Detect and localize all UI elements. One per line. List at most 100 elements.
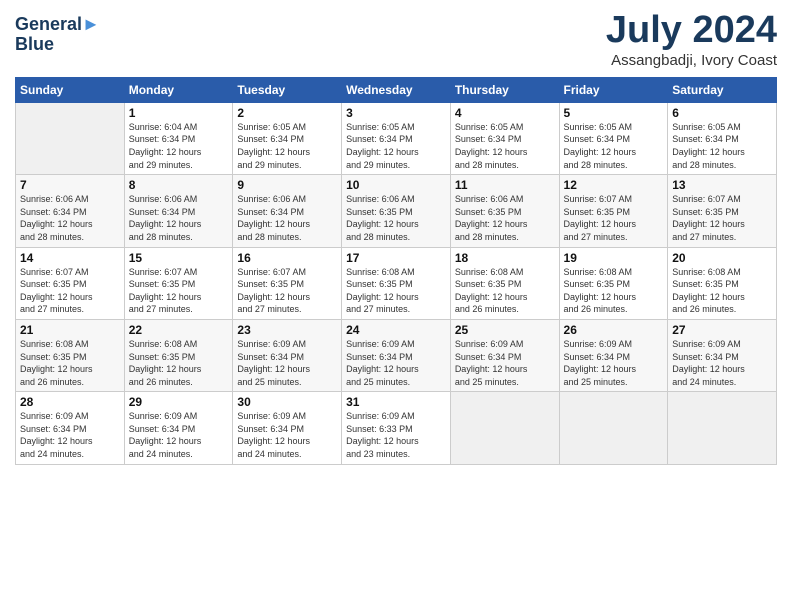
day-info: Sunrise: 6:05 AM Sunset: 6:34 PM Dayligh…: [455, 121, 555, 171]
title-area: July 2024 Assangbadji, Ivory Coast: [606, 10, 777, 69]
day-number: 17: [346, 251, 446, 265]
day-number: 28: [20, 395, 120, 409]
col-monday: Monday: [124, 77, 233, 102]
day-info: Sunrise: 6:09 AM Sunset: 6:33 PM Dayligh…: [346, 410, 446, 460]
table-row: 20Sunrise: 6:08 AM Sunset: 6:35 PM Dayli…: [668, 247, 777, 319]
table-row: 17Sunrise: 6:08 AM Sunset: 6:35 PM Dayli…: [342, 247, 451, 319]
table-row: 13Sunrise: 6:07 AM Sunset: 6:35 PM Dayli…: [668, 175, 777, 247]
table-row: 1Sunrise: 6:04 AM Sunset: 6:34 PM Daylig…: [124, 102, 233, 174]
table-row: 23Sunrise: 6:09 AM Sunset: 6:34 PM Dayli…: [233, 319, 342, 391]
table-row: 12Sunrise: 6:07 AM Sunset: 6:35 PM Dayli…: [559, 175, 668, 247]
day-info: Sunrise: 6:07 AM Sunset: 6:35 PM Dayligh…: [20, 266, 120, 316]
day-number: 31: [346, 395, 446, 409]
day-number: 23: [237, 323, 337, 337]
day-info: Sunrise: 6:05 AM Sunset: 6:34 PM Dayligh…: [237, 121, 337, 171]
day-info: Sunrise: 6:09 AM Sunset: 6:34 PM Dayligh…: [455, 338, 555, 388]
table-row: 7Sunrise: 6:06 AM Sunset: 6:34 PM Daylig…: [16, 175, 125, 247]
table-row: [16, 102, 125, 174]
table-row: 11Sunrise: 6:06 AM Sunset: 6:35 PM Dayli…: [450, 175, 559, 247]
table-row: 8Sunrise: 6:06 AM Sunset: 6:34 PM Daylig…: [124, 175, 233, 247]
table-row: 28Sunrise: 6:09 AM Sunset: 6:34 PM Dayli…: [16, 392, 125, 464]
table-row: 21Sunrise: 6:08 AM Sunset: 6:35 PM Dayli…: [16, 319, 125, 391]
table-row: 16Sunrise: 6:07 AM Sunset: 6:35 PM Dayli…: [233, 247, 342, 319]
table-row: 25Sunrise: 6:09 AM Sunset: 6:34 PM Dayli…: [450, 319, 559, 391]
day-info: Sunrise: 6:08 AM Sunset: 6:35 PM Dayligh…: [346, 266, 446, 316]
day-number: 27: [672, 323, 772, 337]
day-info: Sunrise: 6:05 AM Sunset: 6:34 PM Dayligh…: [564, 121, 664, 171]
day-info: Sunrise: 6:08 AM Sunset: 6:35 PM Dayligh…: [20, 338, 120, 388]
col-tuesday: Tuesday: [233, 77, 342, 102]
calendar-table: Sunday Monday Tuesday Wednesday Thursday…: [15, 77, 777, 465]
day-info: Sunrise: 6:07 AM Sunset: 6:35 PM Dayligh…: [672, 193, 772, 243]
table-row: [559, 392, 668, 464]
day-info: Sunrise: 6:07 AM Sunset: 6:35 PM Dayligh…: [129, 266, 229, 316]
day-info: Sunrise: 6:07 AM Sunset: 6:35 PM Dayligh…: [237, 266, 337, 316]
day-number: 12: [564, 178, 664, 192]
day-number: 22: [129, 323, 229, 337]
logo: General►Blue: [15, 15, 100, 55]
table-row: 26Sunrise: 6:09 AM Sunset: 6:34 PM Dayli…: [559, 319, 668, 391]
table-row: [668, 392, 777, 464]
table-row: 6Sunrise: 6:05 AM Sunset: 6:34 PM Daylig…: [668, 102, 777, 174]
day-info: Sunrise: 6:09 AM Sunset: 6:34 PM Dayligh…: [564, 338, 664, 388]
logo-text: General►Blue: [15, 15, 100, 55]
table-row: 10Sunrise: 6:06 AM Sunset: 6:35 PM Dayli…: [342, 175, 451, 247]
day-number: 8: [129, 178, 229, 192]
day-number: 7: [20, 178, 120, 192]
day-number: 11: [455, 178, 555, 192]
day-number: 21: [20, 323, 120, 337]
header-row: Sunday Monday Tuesday Wednesday Thursday…: [16, 77, 777, 102]
day-info: Sunrise: 6:09 AM Sunset: 6:34 PM Dayligh…: [237, 410, 337, 460]
subtitle: Assangbadji, Ivory Coast: [606, 52, 777, 69]
table-row: [450, 392, 559, 464]
table-row: 2Sunrise: 6:05 AM Sunset: 6:34 PM Daylig…: [233, 102, 342, 174]
day-number: 20: [672, 251, 772, 265]
table-row: 9Sunrise: 6:06 AM Sunset: 6:34 PM Daylig…: [233, 175, 342, 247]
day-info: Sunrise: 6:06 AM Sunset: 6:34 PM Dayligh…: [237, 193, 337, 243]
table-row: 31Sunrise: 6:09 AM Sunset: 6:33 PM Dayli…: [342, 392, 451, 464]
table-row: 30Sunrise: 6:09 AM Sunset: 6:34 PM Dayli…: [233, 392, 342, 464]
day-info: Sunrise: 6:06 AM Sunset: 6:34 PM Dayligh…: [20, 193, 120, 243]
day-number: 6: [672, 106, 772, 120]
col-wednesday: Wednesday: [342, 77, 451, 102]
table-row: 24Sunrise: 6:09 AM Sunset: 6:34 PM Dayli…: [342, 319, 451, 391]
day-info: Sunrise: 6:09 AM Sunset: 6:34 PM Dayligh…: [672, 338, 772, 388]
table-row: 18Sunrise: 6:08 AM Sunset: 6:35 PM Dayli…: [450, 247, 559, 319]
day-info: Sunrise: 6:08 AM Sunset: 6:35 PM Dayligh…: [129, 338, 229, 388]
day-number: 5: [564, 106, 664, 120]
day-number: 18: [455, 251, 555, 265]
day-info: Sunrise: 6:09 AM Sunset: 6:34 PM Dayligh…: [20, 410, 120, 460]
day-number: 24: [346, 323, 446, 337]
day-number: 9: [237, 178, 337, 192]
day-info: Sunrise: 6:08 AM Sunset: 6:35 PM Dayligh…: [455, 266, 555, 316]
day-info: Sunrise: 6:08 AM Sunset: 6:35 PM Dayligh…: [564, 266, 664, 316]
day-info: Sunrise: 6:08 AM Sunset: 6:35 PM Dayligh…: [672, 266, 772, 316]
calendar-page: General►Blue July 2024 Assangbadji, Ivor…: [0, 0, 792, 612]
day-number: 16: [237, 251, 337, 265]
day-number: 25: [455, 323, 555, 337]
table-row: 22Sunrise: 6:08 AM Sunset: 6:35 PM Dayli…: [124, 319, 233, 391]
table-row: 19Sunrise: 6:08 AM Sunset: 6:35 PM Dayli…: [559, 247, 668, 319]
table-row: 27Sunrise: 6:09 AM Sunset: 6:34 PM Dayli…: [668, 319, 777, 391]
day-info: Sunrise: 6:06 AM Sunset: 6:34 PM Dayligh…: [129, 193, 229, 243]
day-info: Sunrise: 6:05 AM Sunset: 6:34 PM Dayligh…: [346, 121, 446, 171]
day-number: 1: [129, 106, 229, 120]
table-row: 5Sunrise: 6:05 AM Sunset: 6:34 PM Daylig…: [559, 102, 668, 174]
day-info: Sunrise: 6:07 AM Sunset: 6:35 PM Dayligh…: [564, 193, 664, 243]
table-row: 15Sunrise: 6:07 AM Sunset: 6:35 PM Dayli…: [124, 247, 233, 319]
table-row: 3Sunrise: 6:05 AM Sunset: 6:34 PM Daylig…: [342, 102, 451, 174]
col-friday: Friday: [559, 77, 668, 102]
day-info: Sunrise: 6:06 AM Sunset: 6:35 PM Dayligh…: [455, 193, 555, 243]
day-number: 26: [564, 323, 664, 337]
day-info: Sunrise: 6:05 AM Sunset: 6:34 PM Dayligh…: [672, 121, 772, 171]
day-number: 14: [20, 251, 120, 265]
table-row: 14Sunrise: 6:07 AM Sunset: 6:35 PM Dayli…: [16, 247, 125, 319]
col-thursday: Thursday: [450, 77, 559, 102]
day-info: Sunrise: 6:04 AM Sunset: 6:34 PM Dayligh…: [129, 121, 229, 171]
day-number: 10: [346, 178, 446, 192]
day-info: Sunrise: 6:06 AM Sunset: 6:35 PM Dayligh…: [346, 193, 446, 243]
day-number: 4: [455, 106, 555, 120]
day-info: Sunrise: 6:09 AM Sunset: 6:34 PM Dayligh…: [129, 410, 229, 460]
col-saturday: Saturday: [668, 77, 777, 102]
day-number: 2: [237, 106, 337, 120]
